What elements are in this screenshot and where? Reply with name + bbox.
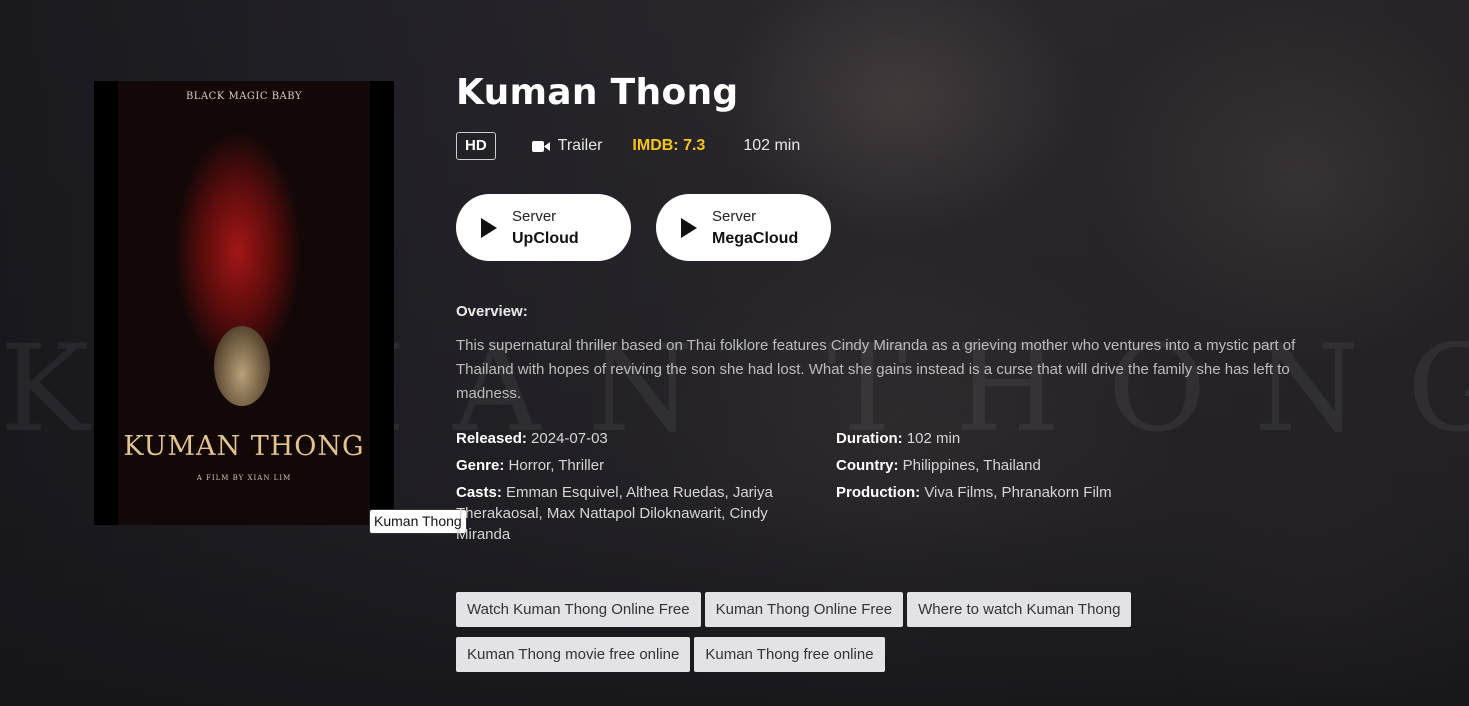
released-label: Released: — [456, 430, 527, 447]
movie-details: Released: 2024-07-03 Genre: Horror, Thri… — [456, 428, 1336, 551]
country-value[interactable]: Philippines, Thailand — [903, 457, 1041, 474]
play-icon — [681, 217, 697, 238]
server-name: MegaCloud — [712, 229, 799, 247]
tag-item[interactable]: Kuman Thong movie free online — [456, 637, 691, 672]
casts-row: Casts: Emman Esquivel, Althea Ruedas, Ja… — [456, 482, 806, 545]
released-row: Released: 2024-07-03 — [456, 428, 836, 449]
country-label: Country: — [836, 457, 899, 474]
overview-text: This supernatural thriller based on Thai… — [456, 337, 1296, 402]
keyword-tags: Watch Kuman Thong Online Free Kuman Thon… — [456, 592, 1356, 682]
poster-tagline: BLACK MAGIC BABY — [185, 91, 303, 102]
released-value: 2024-07-03 — [531, 430, 608, 447]
trailer-button[interactable]: Trailer — [531, 137, 603, 155]
movie-info: Kuman Thong HD Trailer IMDB: 7.3 102 min… — [456, 70, 1336, 551]
server-name: UpCloud — [512, 229, 579, 247]
production-value[interactable]: Viva Films, Phranakorn Film — [924, 484, 1111, 501]
movie-meta: HD Trailer IMDB: 7.3 102 min — [456, 132, 1336, 160]
poster-title: KUMAN THONG — [123, 431, 365, 462]
tag-item[interactable]: Kuman Thong Online Free — [704, 592, 904, 627]
quality-badge: HD — [456, 132, 496, 160]
tag-item[interactable]: Where to watch Kuman Thong — [907, 592, 1132, 627]
casts-label: Casts: — [456, 484, 502, 501]
play-icon — [481, 217, 497, 238]
genre-label: Genre: — [456, 457, 505, 474]
details-left-column: Released: 2024-07-03 Genre: Horror, Thri… — [456, 428, 836, 551]
details-right-column: Duration: 102 min Country: Philippines, … — [836, 428, 1216, 551]
production-label: Production: — [836, 484, 921, 501]
poster-artwork: BLACK MAGIC BABY KUMAN THONG A FILM BY X… — [118, 81, 370, 525]
movie-title: Kuman Thong — [456, 72, 739, 113]
video-camera-icon — [531, 140, 550, 152]
genre-value[interactable]: Horror, Thriller — [509, 457, 605, 474]
genre-row: Genre: Horror, Thriller — [456, 455, 836, 476]
imdb-rating: IMDB: 7.3 — [632, 137, 706, 154]
duration-value: 102 min — [906, 430, 961, 447]
poster-tooltip: Kuman Thong — [369, 509, 467, 534]
tag-item[interactable]: Kuman Thong free online — [694, 637, 885, 672]
server-list: Server UpCloud Server MegaCloud — [456, 194, 1336, 261]
country-row: Country: Philippines, Thailand — [836, 455, 1216, 476]
production-row: Production: Viva Films, Phranakorn Film — [836, 482, 1216, 503]
server-label: Server — [512, 207, 557, 225]
poster-figure — [214, 326, 270, 406]
server-label: Server — [712, 207, 757, 225]
tag-item[interactable]: Watch Kuman Thong Online Free — [456, 592, 701, 627]
casts-value[interactable]: Emman Esquivel, Althea Ruedas, Jariya Th… — [456, 484, 773, 543]
runtime: 102 min — [743, 137, 801, 154]
duration-row: Duration: 102 min — [836, 428, 1216, 449]
movie-poster: BLACK MAGIC BABY KUMAN THONG A FILM BY X… — [94, 81, 394, 525]
trailer-label: Trailer — [557, 137, 603, 154]
duration-label: Duration: — [836, 430, 903, 447]
overview-label: Overview: — [456, 303, 528, 320]
server-upcloud-button[interactable]: Server UpCloud — [456, 194, 631, 261]
poster-credit: A FILM BY XIAN LIM — [196, 474, 292, 482]
server-megacloud-button[interactable]: Server MegaCloud — [656, 194, 831, 261]
